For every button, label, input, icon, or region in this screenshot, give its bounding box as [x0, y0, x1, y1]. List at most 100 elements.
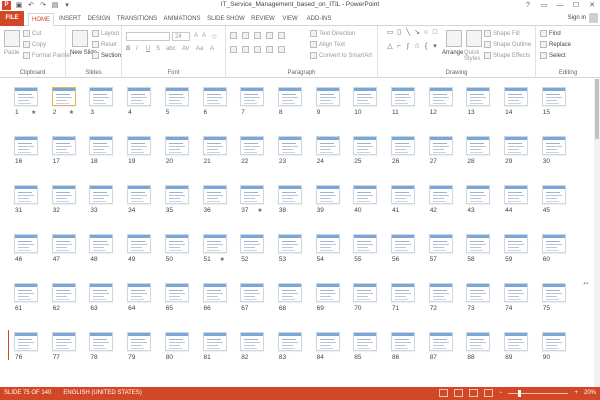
slide-preview[interactable] [466, 87, 491, 106]
slide-preview[interactable] [353, 283, 378, 302]
slide-preview[interactable] [428, 87, 453, 106]
slide-thumbnail[interactable]: 61 [14, 283, 38, 312]
slide-thumbnail[interactable]: 28 [466, 136, 491, 165]
slide-preview[interactable] [466, 136, 491, 155]
right-angle-shape-icon[interactable]: ⌐ [395, 43, 403, 56]
shape-outline-button[interactable]: Shape Outline [484, 41, 531, 48]
animation-star-icon[interactable]: ★ [220, 256, 225, 263]
slide-preview[interactable] [202, 283, 227, 302]
slide-preview[interactable] [466, 332, 491, 351]
slide-thumbnail[interactable]: 25 [353, 136, 378, 165]
quick-styles-button[interactable]: Quick Styles [464, 50, 484, 62]
slide-thumbnail[interactable]: 75 [541, 283, 566, 312]
slide-preview[interactable] [541, 185, 566, 204]
slide-thumbnail[interactable]: 48 [89, 234, 114, 263]
close-button[interactable]: ✕ [584, 0, 600, 11]
slide-thumbnail[interactable]: 39 [315, 185, 340, 214]
arrange-button[interactable]: Arrange [442, 50, 463, 56]
slide-preview[interactable] [353, 332, 378, 351]
slide-preview[interactable] [14, 332, 38, 351]
animation-star-icon[interactable]: ★ [31, 109, 36, 116]
slide-preview[interactable] [240, 332, 265, 351]
shape-fill-button[interactable]: Shape Fill [484, 30, 520, 37]
convert-smartart-button[interactable]: Convert to SmartArt [310, 52, 372, 59]
slide-preview[interactable] [127, 283, 152, 302]
slide-preview[interactable] [89, 87, 114, 106]
slide-thumbnail[interactable]: 37 ★ [240, 185, 265, 214]
align-text-button[interactable]: Align Text [310, 41, 345, 48]
slide-thumbnail[interactable]: 5 [164, 87, 189, 116]
slide-thumbnail[interactable]: 42 [428, 185, 453, 214]
slide-thumbnail[interactable]: 80 [164, 332, 189, 361]
slide-preview[interactable] [315, 234, 340, 253]
slide-preview[interactable] [89, 136, 114, 155]
rectangle-shape-icon[interactable]: ▭ [386, 29, 394, 42]
slide-thumbnail[interactable]: 32 [51, 185, 76, 214]
align-right-button[interactable] [254, 46, 261, 53]
slide-sorter-view-icon[interactable] [453, 389, 463, 397]
slide-preview[interactable] [353, 136, 378, 155]
slide-thumbnail[interactable]: 79 [127, 332, 152, 361]
slide-preview[interactable] [428, 332, 453, 351]
slide-thumbnail[interactable]: 20 [164, 136, 189, 165]
slide-preview[interactable] [164, 185, 189, 204]
slide-thumbnail[interactable]: 15 [541, 87, 566, 116]
slide-preview[interactable] [391, 332, 415, 351]
slide-preview[interactable] [277, 185, 302, 204]
paste-icon[interactable] [4, 30, 20, 47]
slideshow-view-icon[interactable] [483, 389, 493, 397]
slide-preview[interactable] [51, 332, 76, 351]
zoom-out-button[interactable]: − [499, 390, 503, 396]
ribbon-display-options-button[interactable]: ▭ [536, 0, 552, 11]
zoom-level[interactable]: 20% [584, 390, 596, 396]
change-case-button[interactable]: Aa [196, 46, 203, 52]
copy-button[interactable]: Copy [23, 41, 46, 48]
slide-thumbnail[interactable]: 45 [541, 185, 566, 214]
tab-design[interactable]: DESIGN [86, 13, 112, 26]
slide-thumbnail[interactable]: 70 [353, 283, 378, 312]
slide-thumbnail[interactable]: 33 [89, 185, 114, 214]
slide-thumbnail[interactable]: 65 [164, 283, 189, 312]
format-painter-button[interactable]: Format Painter [23, 52, 72, 59]
slide-thumbnail[interactable]: 23 [277, 136, 302, 165]
slide-preview[interactable] [466, 185, 491, 204]
oval-shape-icon[interactable]: ○ [422, 29, 430, 42]
slide-preview[interactable] [127, 185, 152, 204]
slide-preview[interactable] [14, 87, 38, 106]
slide-thumbnail[interactable]: 1 ★ [14, 87, 38, 116]
slide-preview[interactable] [51, 185, 76, 204]
slide-thumbnail[interactable]: 87 [428, 332, 453, 361]
slide-preview[interactable] [51, 136, 76, 155]
normal-view-icon[interactable] [438, 389, 448, 397]
slide-preview[interactable] [127, 234, 152, 253]
slide-preview[interactable] [315, 136, 340, 155]
slide-thumbnail[interactable]: 12 [428, 87, 453, 116]
slide-thumbnail[interactable]: 67 [240, 283, 265, 312]
slide-thumbnail[interactable]: 7 [240, 87, 265, 116]
slide-preview[interactable] [277, 87, 302, 106]
slide-preview[interactable] [541, 136, 566, 155]
slide-thumbnail[interactable]: 50 [164, 234, 189, 263]
slide-preview[interactable] [164, 283, 189, 302]
square-shape-icon[interactable]: □ [431, 29, 439, 42]
slide-preview[interactable] [504, 185, 529, 204]
slide-thumbnail[interactable]: 78 [89, 332, 114, 361]
slide-preview[interactable] [14, 136, 38, 155]
slide-preview[interactable] [240, 234, 265, 253]
slide-thumbnail[interactable]: 22 [240, 136, 265, 165]
font-size-box[interactable]: 24 [172, 32, 190, 41]
slide-thumbnail[interactable]: 82 [240, 332, 265, 361]
tab-animations[interactable]: ANIMATIONS [162, 13, 202, 26]
slide-thumbnail[interactable]: 6 [202, 87, 227, 116]
slide-thumbnail[interactable]: 9 [315, 87, 340, 116]
line-shape-icon[interactable]: ╲ [404, 29, 412, 42]
zoom-slider[interactable] [508, 389, 569, 397]
slide-preview[interactable] [541, 234, 566, 253]
slide-preview[interactable] [277, 332, 302, 351]
slide-thumbnail[interactable]: 13 [466, 87, 491, 116]
find-button[interactable]: Find [540, 30, 561, 37]
slide-thumbnail[interactable]: 24 [315, 136, 340, 165]
slide-preview[interactable] [504, 332, 529, 351]
layout-button[interactable]: Layout [92, 30, 119, 37]
underline-button[interactable]: U [146, 46, 150, 52]
